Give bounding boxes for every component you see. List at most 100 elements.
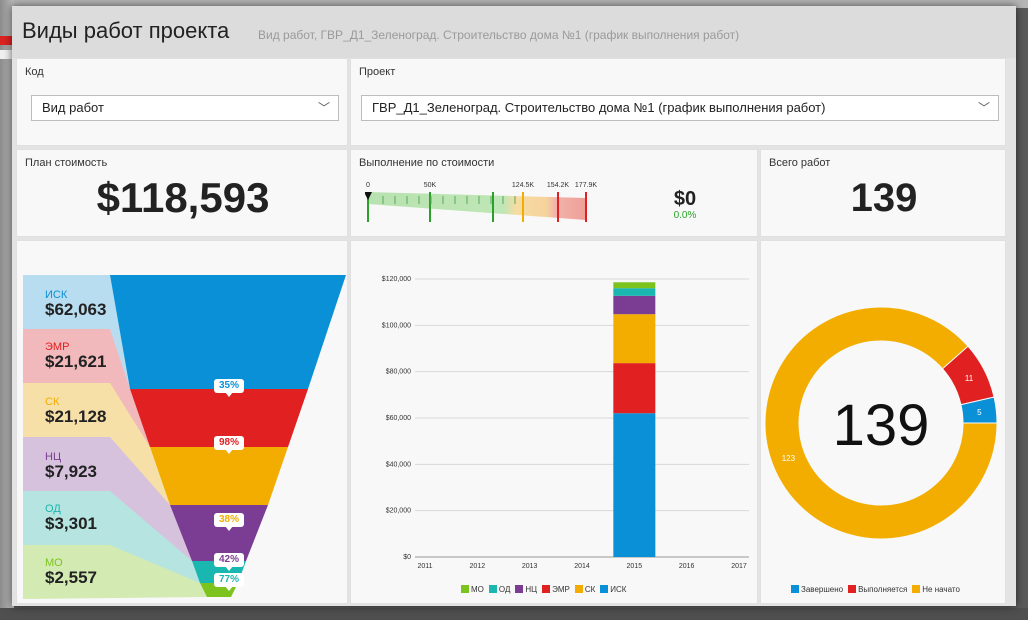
total-works-value: 139: [850, 176, 918, 220]
legend-swatch: [912, 585, 921, 593]
donut-chart: 5 11 123 139: [764, 306, 998, 540]
page-subtitle: Вид работ, ГВР_Д1_Зеленоград. Строительс…: [258, 28, 740, 42]
donut-center-value: 139: [833, 393, 930, 458]
legend-item: МО: [461, 585, 484, 594]
bar-segment-СК-2015: [613, 314, 656, 364]
x-tick-label: 2015: [627, 563, 643, 570]
legend-item: Выполняется: [848, 585, 907, 594]
background-edge-bottom: [0, 608, 1028, 620]
funnel-item-value: $3,301: [45, 514, 97, 533]
y-tick-label: $20,000: [386, 508, 411, 515]
code-filter-panel: Код Вид работ ﹀: [16, 58, 348, 146]
x-tick-label: 2017: [731, 563, 747, 570]
legend-label: ОД: [498, 585, 511, 594]
funnel-segment-ИСК: [110, 275, 346, 389]
funnel-panel: ИСК $62,063 ЭМР $21,621 СК $21,128 НЦ $7,923 ОД $…: [16, 240, 348, 604]
legend-label: МО: [471, 585, 484, 594]
legend-swatch: [461, 585, 469, 593]
chevron-down-icon: ﹀: [977, 101, 990, 115]
legend-swatch: [574, 585, 583, 593]
y-tick-label: $40,000: [386, 461, 411, 468]
background-fragment: [0, 36, 12, 45]
code-select[interactable]: Вид работ ﹀: [31, 95, 339, 121]
legend-swatch: [791, 585, 799, 593]
legend-item: НЦ: [515, 585, 537, 594]
funnel-item-value: $21,621: [45, 352, 107, 371]
gauge-label-177k: 177.9K: [575, 182, 598, 189]
legend-item: Завершено: [791, 585, 843, 594]
funnel-item: ЭМР $21,621: [45, 341, 106, 372]
project-filter-label: Проект: [359, 66, 396, 78]
legend-swatch: [488, 585, 497, 593]
funnel-segment-СК: [150, 447, 288, 505]
gauge-label-50k: 50K: [424, 182, 437, 189]
funnel-item: НЦ $7,923: [45, 451, 97, 482]
donut-slice-label: 5: [977, 408, 982, 417]
donut-legend: Завершено Выполняется Не начато: [791, 585, 965, 594]
legend-item: СК: [574, 585, 596, 594]
funnel-item-value: $62,063: [45, 300, 107, 319]
legend-label: ЭМР: [552, 585, 570, 594]
funnel-conversion-badge: 35%: [214, 379, 244, 397]
project-select[interactable]: ГВР_Д1_Зеленоград. Строительство дома №1…: [361, 95, 999, 121]
bar-segment-НЦ-2015: [613, 295, 656, 315]
code-filter-label: Код: [25, 66, 44, 78]
legend-swatch: [515, 585, 524, 593]
legend-swatch: [600, 585, 609, 593]
funnel-item: МО $2,557: [45, 557, 97, 588]
stacked-bar-chart: $0 $20,000 $40,000 $60,000 $80,000 $100,000 $1…: [382, 276, 749, 570]
project-filter-panel: Проект ГВР_Д1_Зеленоград. Строительство …: [350, 58, 1006, 146]
donut-slice-label: 123: [782, 454, 796, 463]
legend-item: ОД: [488, 585, 511, 594]
cost-progress-value: $0: [673, 188, 697, 210]
bar-chart-legend: МО ОД НЦ ЭМР СК ИСК: [461, 585, 631, 594]
plan-cost-label: План стоимость: [25, 157, 108, 169]
funnel-item-value: $21,128: [45, 407, 107, 426]
background-fragment: [0, 50, 12, 59]
plan-cost-value: $118,593: [96, 174, 270, 221]
cost-progress-card: Выполнение по стоимости 0 50K 124.5K 154…: [350, 149, 758, 237]
funnel-item: ОД $3,301: [45, 503, 97, 534]
legend-swatch: [848, 585, 857, 593]
legend-label: Выполняется: [858, 585, 908, 594]
x-tick-label: 2013: [522, 563, 538, 570]
bar-segment-ОД-2015: [613, 288, 656, 296]
y-tick-label: $0: [403, 554, 411, 561]
gauge-label-0: 0: [366, 182, 370, 189]
x-tick-label: 2016: [679, 563, 695, 570]
legend-label: ИСК: [610, 585, 627, 594]
gauge-band: [368, 192, 586, 220]
legend-label: СК: [584, 585, 596, 594]
y-tick-label: $60,000: [386, 415, 411, 422]
funnel-item: СК $21,128: [45, 396, 106, 427]
bar-segment-ЭМР-2015: [613, 363, 656, 414]
donut-slice-label: 11: [965, 374, 974, 383]
legend-label: Завершено: [801, 585, 844, 594]
legend-item: ЭМР: [542, 585, 570, 594]
gauge-label-154k: 154.2K: [547, 182, 570, 189]
legend-swatch: [542, 585, 551, 593]
code-select-value: Вид работ: [42, 100, 104, 115]
total-works-label: Всего работ: [769, 157, 831, 169]
funnel-conversion-badge: 98%: [214, 436, 244, 454]
funnel-conversion-badge: 77%: [214, 573, 244, 591]
progress-gauge: 0 50K 124.5K 154.2K 177.9K: [365, 182, 598, 222]
donut-panel: 5 11 123 139 Завершено Выполняется Не начато: [760, 240, 1006, 604]
bar-segment-МО-2015: [613, 282, 656, 289]
funnel-item: ИСК $62,063: [45, 289, 106, 320]
cost-progress-label: Выполнение по стоимости: [359, 157, 495, 169]
y-tick-label: $120,000: [382, 276, 411, 283]
y-tick-label: $80,000: [386, 369, 411, 376]
dashboard-window: Виды работ проекта Вид работ, ГВР_Д1_Зел…: [12, 6, 1016, 606]
cost-progress-percent: 0.0%: [673, 210, 697, 221]
page-title: Виды работ проекта: [22, 18, 230, 43]
project-select-value: ГВР_Д1_Зеленоград. Строительство дома №1…: [372, 100, 826, 115]
x-tick-label: 2014: [574, 563, 590, 570]
x-tick-label: 2012: [470, 563, 486, 570]
bar-chart-panel: $0 $20,000 $40,000 $60,000 $80,000 $100,000 $1…: [350, 240, 758, 604]
funnel-conversion-badge: 38%: [214, 513, 244, 531]
funnel-conversion-badge: 42%: [214, 553, 244, 571]
y-tick-label: $100,000: [382, 322, 411, 329]
funnel-item-value: $2,557: [45, 568, 97, 587]
legend-label: Не начато: [922, 585, 960, 594]
